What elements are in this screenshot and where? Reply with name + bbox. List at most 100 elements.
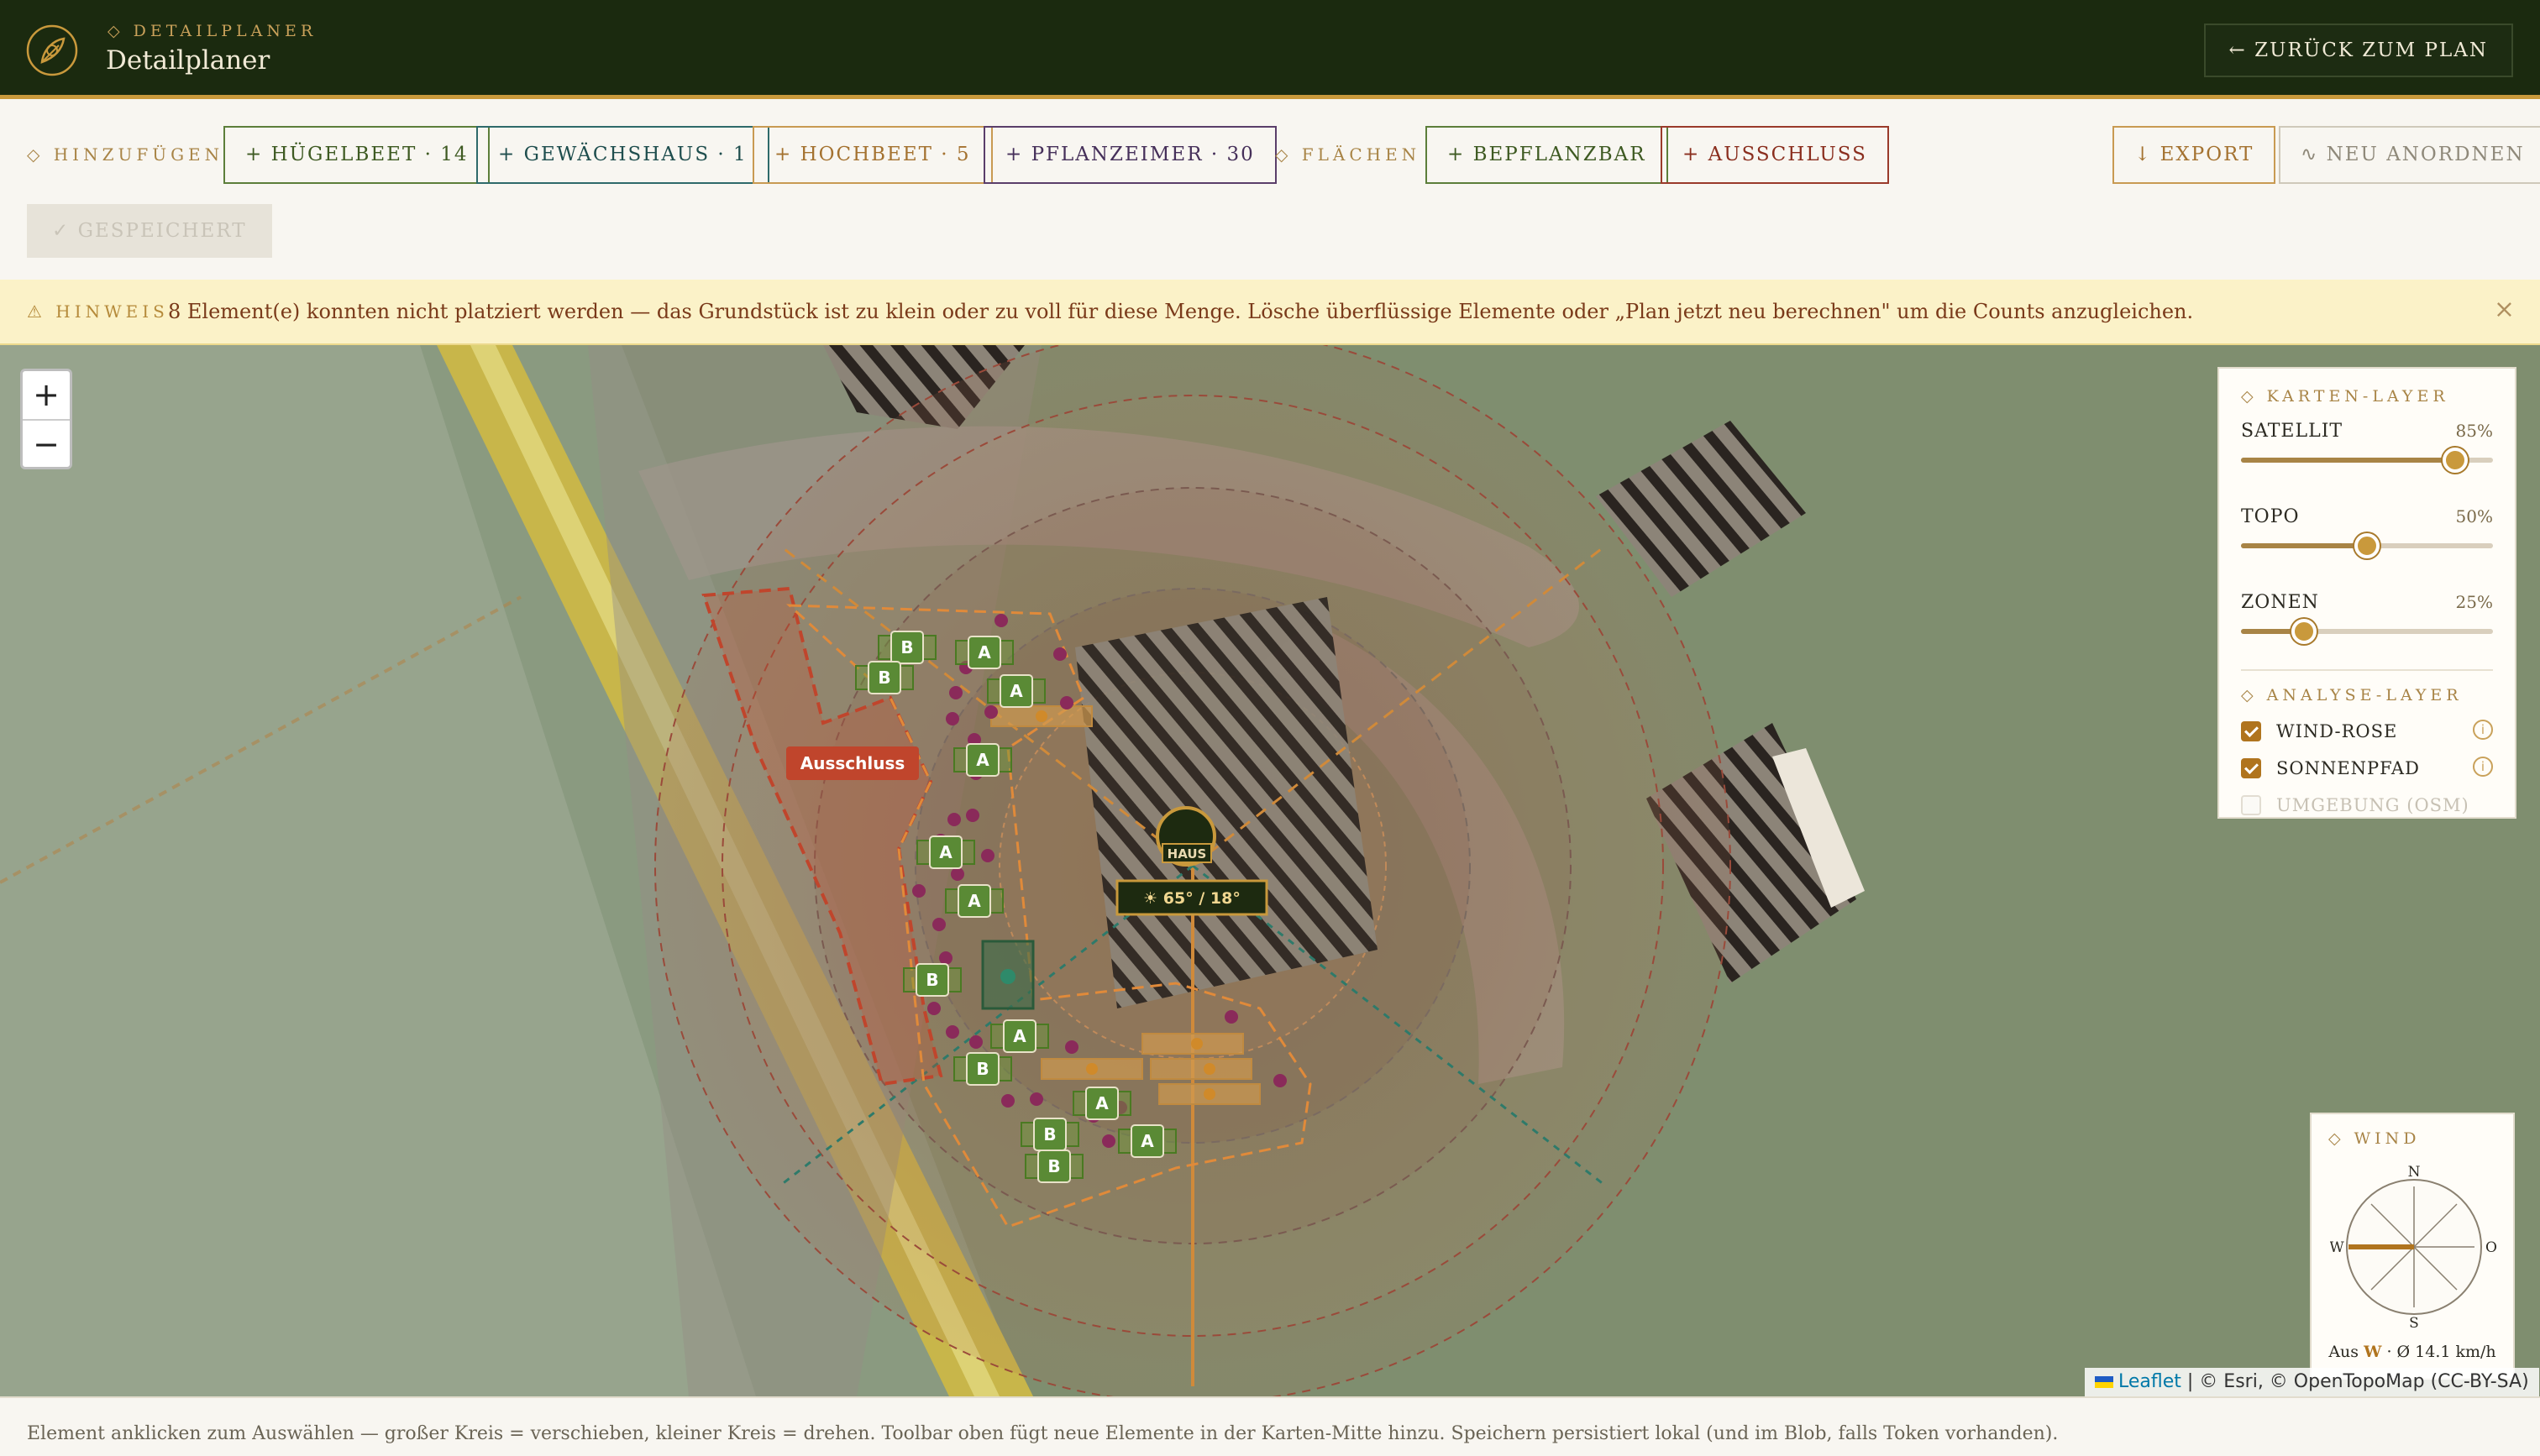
slider-handle[interactable] [2291, 619, 2317, 644]
map-canvas[interactable]: BBAAAAABABABBA HAUS ☀ 65° / 18° Ausschlu… [0, 345, 2540, 1396]
leaflet-link[interactable]: Leaflet [2118, 1371, 2181, 1392]
bed-label: B [926, 970, 938, 990]
layer-toggle-sonnenpfad[interactable]: SONNENPFAD i [2241, 752, 2493, 788]
bed-label: A [968, 891, 981, 911]
bed-label: A [939, 842, 953, 862]
layer-toggle-wind-rose[interactable]: WIND-ROSE i [2241, 715, 2493, 752]
slider-track[interactable] [2241, 533, 2493, 558]
slider-label: ZONEN [2241, 592, 2319, 613]
zoom-in-button[interactable]: + [23, 371, 70, 419]
slider-track[interactable] [2241, 619, 2493, 644]
slider-value: 85% [2455, 421, 2493, 441]
exclusion-label: Ausschluss [800, 753, 905, 773]
slider-fill [2241, 458, 2455, 463]
compass-s: S [2409, 1315, 2419, 1331]
huegelbeet-a[interactable]: A [953, 743, 1012, 777]
info-icon[interactable]: i [2473, 720, 2493, 740]
add-hochbeet-button[interactable]: + HOCHBEET · 5 [753, 126, 993, 184]
footer-hint: Element anklicken zum Auswählen — großer… [0, 1396, 2540, 1456]
leaf-spiral-logo-icon [26, 24, 78, 76]
bed-label: B [976, 1059, 989, 1079]
bed-label: B [1043, 1124, 1056, 1144]
satellite-map[interactable]: BBAAAAABABABBA HAUS ☀ 65° / 18° Ausschlu… [0, 345, 2540, 1396]
checkbox[interactable] [2241, 721, 2261, 741]
wind-heading: ◇ WIND [2328, 1129, 2421, 1148]
slider-handle[interactable] [2443, 448, 2468, 473]
areas-section-label: ◇ FLÄCHEN [1275, 144, 1421, 165]
huegelbeet-b[interactable]: B [878, 631, 937, 664]
slider-label: TOPO [2241, 506, 2300, 527]
slider-handle[interactable] [2354, 533, 2380, 558]
notice-label: ⚠ HINWEIS [27, 301, 169, 322]
bed-label: B [878, 668, 890, 688]
huegelbeet-b[interactable]: B [1021, 1118, 1079, 1151]
analysis-layer-heading: ◇ ANALYSE-LAYER [2241, 686, 2463, 704]
bed-label: B [900, 637, 913, 657]
sun-angle-label: ☀ 65° / 18° [1143, 889, 1241, 908]
slider-satellit: SATELLIT 85% [2241, 421, 2493, 491]
add-huegelbeet-button[interactable]: + HÜGELBEET · 14 [223, 126, 491, 184]
slider-track[interactable] [2241, 448, 2493, 473]
slider-value: 50% [2455, 506, 2493, 526]
bed-label: A [976, 750, 989, 770]
bed-label: A [1010, 681, 1023, 701]
house-label: HAUS [1168, 846, 1207, 862]
checkbox[interactable] [2241, 758, 2261, 778]
huegelbeet-a[interactable]: A [945, 884, 1004, 918]
saved-status-button: ✓ GESPEICHERT [27, 204, 272, 258]
close-icon[interactable]: × [2494, 295, 2515, 324]
layer-toggle-label: UMGEBUNG (OSM) [2276, 795, 2469, 815]
info-icon[interactable]: i [2473, 757, 2493, 777]
wind-direction: W [2364, 1343, 2382, 1361]
slider-fill [2241, 543, 2367, 548]
compass-w: W [2330, 1239, 2344, 1256]
compass-o: O [2485, 1239, 2497, 1256]
huegelbeet-a[interactable]: A [955, 636, 1014, 669]
map-layer-heading: ◇ KARTEN-LAYER [2241, 387, 2449, 406]
slider-topo: TOPO 50% [2241, 506, 2493, 577]
app-header: ◇ DETAILPLANER Detailplaner ← ZURÜCK ZUM… [0, 0, 2540, 99]
back-to-plan-button[interactable]: ← ZURÜCK ZUM PLAN [2203, 24, 2513, 77]
layer-toggle-umgebung-osm-[interactable]: UMGEBUNG (OSM) [2241, 788, 2493, 825]
bed-label: A [1013, 1026, 1026, 1046]
layer-toggle-label: WIND-ROSE [2276, 721, 2398, 741]
slider-zonen: ZONEN 25% [2241, 592, 2493, 663]
checkbox[interactable] [2241, 795, 2261, 815]
app-eyebrow: ◇ DETAILPLANER [108, 22, 318, 40]
huegelbeet-b[interactable]: B [903, 963, 962, 997]
notice-text: 8 Element(e) konnten nicht platziert wer… [168, 300, 2194, 323]
rearrange-button[interactable]: ∿ NEU ANORDNEN [2279, 126, 2540, 184]
layer-panel: ◇ KARTEN-LAYER SATELLIT 85% TOPO 50% ZONEN 25… [2217, 367, 2516, 819]
slider-label: SATELLIT [2241, 421, 2343, 442]
zoom-out-button[interactable]: − [23, 419, 70, 467]
add-pflanzeimer-button[interactable]: + PFLANZEIMER · 30 [984, 126, 1277, 184]
layer-toggle-label: SONNENPFAD [2276, 758, 2420, 778]
bed-label: A [1095, 1093, 1109, 1113]
huegelbeet-a[interactable]: A [987, 674, 1046, 708]
slider-value: 25% [2455, 592, 2493, 612]
export-button[interactable]: ↓ EXPORT [2112, 126, 2276, 184]
wind-rose-icon: N S W O [2330, 1164, 2497, 1331]
huegelbeet-a[interactable]: A [990, 1019, 1049, 1053]
huegelbeet-b[interactable]: B [855, 661, 914, 694]
house-roof [1075, 597, 1378, 1008]
app-title: Detailplaner [106, 45, 270, 76]
notice-banner: ⚠ HINWEIS 8 Element(e) konnten nicht pla… [0, 280, 2540, 345]
huegelbeet-b[interactable]: B [1025, 1150, 1084, 1183]
zoom-control: + − [20, 369, 72, 469]
bed-label: B [1047, 1156, 1060, 1176]
huegelbeet-a[interactable]: A [916, 835, 975, 869]
huegelbeet-a[interactable]: A [1118, 1124, 1177, 1158]
add-gewaechshaus-button[interactable]: + GEWÄCHSHAUS · 1 [476, 126, 769, 184]
wind-caption: Aus W · Ø 14.1 km/h [2328, 1343, 2496, 1361]
bed-label: A [1141, 1131, 1154, 1151]
bed-label: A [978, 642, 991, 663]
wind-panel: ◇ WIND N S W O Aus W · Ø 14.1 km/h [2310, 1113, 2515, 1380]
add-bepflanzbar-button[interactable]: + BEPFLANZBAR [1425, 126, 1668, 184]
huegelbeet-a[interactable]: A [1073, 1087, 1131, 1120]
compass-n: N [2408, 1164, 2421, 1181]
map-attribution: Leaflet | © Esri, © OpenTopoMap (CC-BY-S… [2085, 1368, 2539, 1396]
add-section-label: ◇ HINZUFÜGEN [27, 144, 224, 165]
huegelbeet-b[interactable]: B [953, 1052, 1012, 1086]
add-ausschluss-button[interactable]: + AUSSCHLUSS [1661, 126, 1889, 184]
